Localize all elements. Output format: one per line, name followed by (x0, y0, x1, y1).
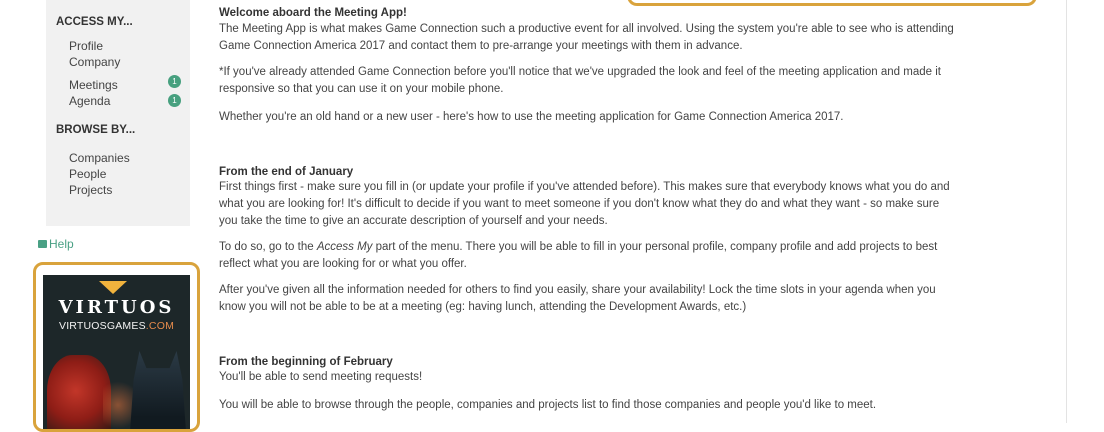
access-instructions-line-2: reflect what you are looking for or what… (219, 258, 467, 270)
sidebar-item-agenda[interactable]: Agenda (69, 94, 110, 109)
ad-logo-text: VIRTUOS (58, 297, 175, 318)
hero-left-image (47, 355, 111, 429)
access-instructions-suffix: part of the menu. There you will be able… (372, 241, 938, 253)
february-text-line-1: You'll be able to send meeting requests! (219, 371, 423, 383)
availability-text-line-2: know you will not be able to be at a mee… (219, 301, 747, 313)
sidebar-item-meetings[interactable]: Meetings (69, 78, 118, 93)
access-instructions-prefix: To do so, go to the (219, 241, 317, 253)
help-link[interactable]: Help (38, 237, 74, 251)
ad-url-accent: .COM (145, 320, 175, 332)
ad-glow (103, 375, 133, 429)
sidebar-item-company[interactable]: Company (69, 55, 120, 70)
ad-url-main: VIRTUOSGAMES (58, 320, 146, 332)
access-my-heading: ACCESS MY... (56, 16, 133, 28)
sidebar-item-people[interactable]: People (69, 167, 106, 182)
february-heading: From the beginning of February (219, 356, 393, 368)
virtuos-ad-banner[interactable]: VIRTUOS VIRTUOSGAMES.COM (33, 262, 200, 432)
meetings-count-badge: 1 (168, 75, 181, 88)
note-text-line-1: *If you've already attended Game Connect… (219, 66, 941, 78)
january-text-line-2: what you are looking for! It's difficult… (219, 198, 940, 210)
camera-icon (38, 240, 47, 248)
highlight-frame (627, 0, 1037, 6)
january-text-line-1: First things first - make sure you fill … (219, 181, 950, 193)
virtuos-logo-icon (99, 281, 127, 294)
ad-url: VIRTUOSGAMES.COM (43, 320, 190, 332)
january-text-line-3: you take the time to give an accurate de… (219, 215, 608, 227)
access-my-emphasis: Access My (316, 241, 373, 253)
sidebar-item-profile[interactable]: Profile (69, 39, 103, 54)
sidebar-item-projects[interactable]: Projects (69, 183, 112, 198)
welcome-heading: Welcome aboard the Meeting App! (219, 7, 407, 19)
agenda-count-badge: 1 (168, 94, 181, 107)
help-label: Help (49, 237, 74, 251)
access-instructions-line-1: To do so, go to the Access My part of th… (219, 239, 937, 256)
browse-text: You will be able to browse through the p… (219, 399, 877, 411)
january-heading: From the end of January (219, 166, 354, 178)
note-text-line-2: responsive so that you can use it on you… (219, 83, 504, 95)
welcome-text-line-1: The Meeting App is what makes Game Conne… (219, 23, 954, 35)
sidebar-item-companies[interactable]: Companies (69, 151, 130, 166)
sidebar: ACCESS MY... Profile Company Meetings 1 … (46, 0, 190, 226)
hero-right-image (129, 351, 187, 429)
availability-text-line-1: After you've given all the information n… (219, 284, 936, 296)
welcome-text-line-2: Game Connection America 2017 and contact… (219, 40, 743, 52)
content-divider (1066, 0, 1067, 423)
intro-text: Whether you're an old hand or a new user… (219, 111, 844, 123)
ad-artwork: VIRTUOS VIRTUOSGAMES.COM (43, 275, 190, 429)
browse-by-heading: BROWSE BY... (56, 124, 136, 136)
